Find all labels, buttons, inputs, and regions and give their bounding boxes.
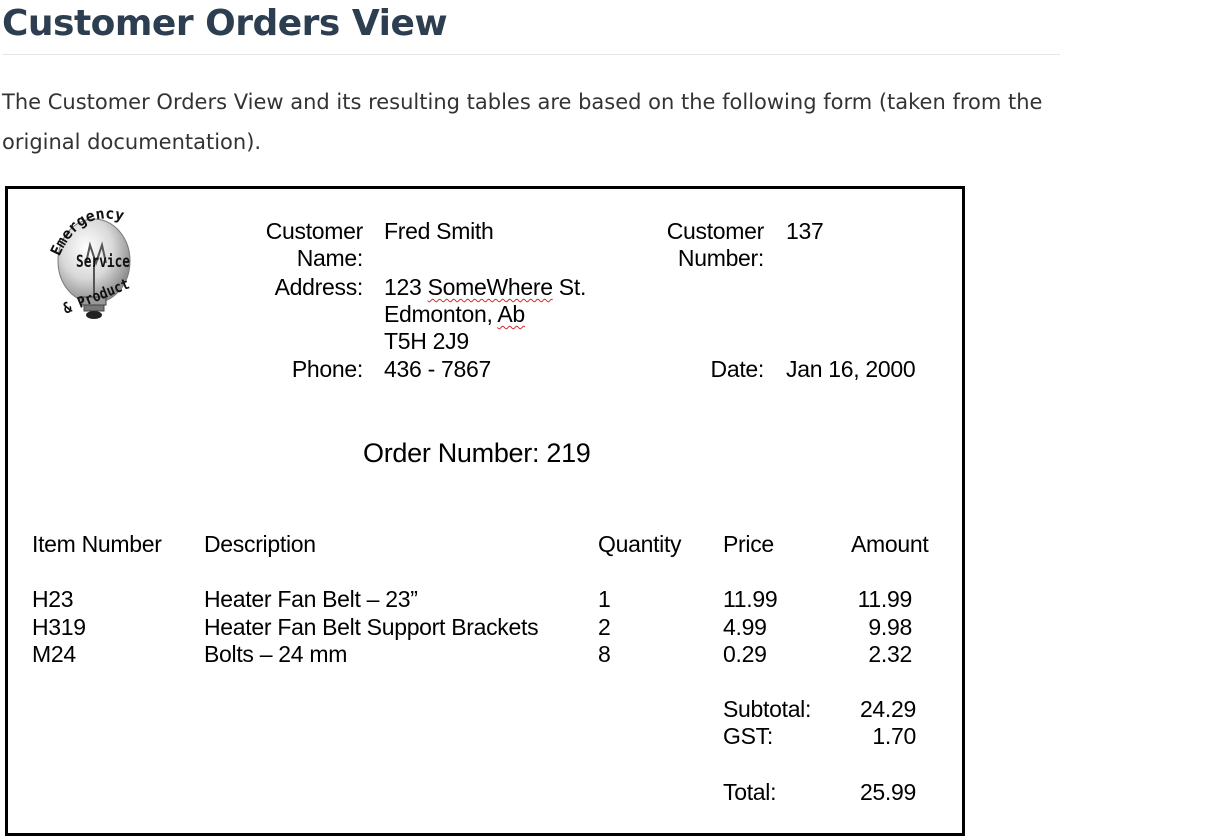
logo-text-middle: Service xyxy=(76,252,130,272)
customer-number-value: 137 xyxy=(786,218,824,244)
column-header-description: Description xyxy=(204,531,316,557)
emergency-service-product-lightbulb-icon: Emergency Service & Product xyxy=(38,203,135,319)
total-label: Total: xyxy=(723,779,777,805)
table-row-2-item: H319 xyxy=(32,614,86,640)
gst-value: 1.70 xyxy=(872,723,916,749)
date-label: Date: xyxy=(710,356,765,382)
page-title: Customer Orders View xyxy=(2,3,448,44)
order-number: Order Number: 219 xyxy=(363,438,591,468)
customer-name-label-line2: Name: xyxy=(296,245,364,271)
customer-order-form-image: Emergency Service & Product Customer Nam… xyxy=(5,186,965,836)
table-row-2-quantity: 2 xyxy=(598,614,611,640)
table-row-3-item: M24 xyxy=(32,641,76,667)
column-header-item-number: Item Number xyxy=(32,531,162,557)
customer-number-label-line2: Number: xyxy=(677,245,764,271)
table-row-1-quantity: 1 xyxy=(598,586,611,612)
subtotal-value: 24.29 xyxy=(859,696,916,722)
table-row-1-price: 11.99 xyxy=(723,586,778,612)
subtotal-label: Subtotal: xyxy=(723,696,812,722)
address-street-value: 123 SomeWhere St. xyxy=(384,274,587,300)
table-row-1-description: Heater Fan Belt – 23” xyxy=(204,586,418,612)
table-row-3-description: Bolts – 24 mm xyxy=(204,641,348,667)
address-city-value: Edmonton, Ab xyxy=(384,301,525,327)
customer-name-label-line1: Customer xyxy=(265,218,364,244)
column-header-quantity: Quantity xyxy=(598,531,682,557)
address-label: Address: xyxy=(274,274,364,300)
table-row-2-description: Heater Fan Belt Support Brackets xyxy=(204,614,539,640)
customer-name-value: Fred Smith xyxy=(384,218,494,244)
table-row-3-price: 0.29 xyxy=(723,641,767,667)
phone-value: 436 - 7867 xyxy=(384,356,491,382)
table-row-2-price: 4.99 xyxy=(723,614,767,640)
table-row-1-item: H23 xyxy=(32,586,74,612)
column-header-price: Price xyxy=(723,531,774,557)
column-header-amount: Amount xyxy=(851,531,929,557)
intro-paragraph: The Customer Orders View and its resulti… xyxy=(2,90,1043,154)
table-row-2-amount: 9.98 xyxy=(868,614,912,640)
date-value: Jan 16, 2000 xyxy=(786,356,916,382)
customer-number-label-line1: Customer xyxy=(666,218,765,244)
phone-label: Phone: xyxy=(291,356,363,382)
gst-label: GST: xyxy=(723,723,773,749)
table-row-3-quantity: 8 xyxy=(598,641,611,667)
title-divider xyxy=(2,54,1060,55)
table-row-3-amount: 2.32 xyxy=(868,641,912,667)
table-row-1-amount: 11.99 xyxy=(857,586,913,612)
address-postal-value: T5H 2J9 xyxy=(384,328,469,354)
total-value: 25.99 xyxy=(859,779,916,805)
